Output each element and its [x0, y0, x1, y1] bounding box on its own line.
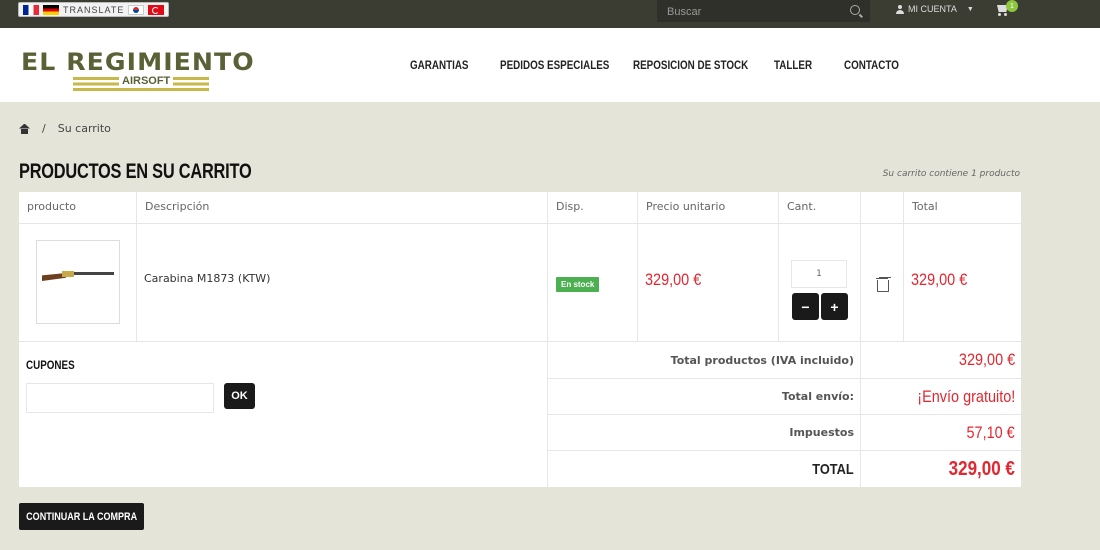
summary-products-value-cell: 329,00 €: [861, 342, 1021, 378]
continue-shopping-button[interactable]: CONTINUAR LA COMPRA: [19, 503, 144, 530]
unit-price-cell: 329,00 €: [638, 224, 779, 342]
quantity-increase-button[interactable]: +: [821, 293, 848, 320]
summary-shipping-row: Total envío: ¡Envío gratuito!: [548, 379, 1021, 415]
logo-subtitle: AIRSOFT: [119, 75, 174, 87]
summary-total-label-cell: TOTAL: [548, 451, 861, 487]
flag-turkey-icon[interactable]: [148, 4, 165, 15]
flag-korea-icon[interactable]: [128, 4, 145, 15]
home-icon[interactable]: [19, 124, 30, 134]
coupon-ok-button[interactable]: OK: [224, 383, 255, 409]
header-product: producto: [19, 192, 137, 224]
search-input[interactable]: [657, 1, 837, 23]
cart-table: producto Descripción Disp. Precio unitar…: [19, 192, 1021, 487]
search-box: [657, 0, 870, 23]
header-total: Total: [904, 192, 1021, 224]
header-delete: [861, 192, 904, 224]
nav-reposicion-de-stock[interactable]: REPOSICION DE STOCK: [633, 58, 748, 72]
summary-shipping-label: Total envío:: [548, 379, 861, 414]
summary-total-value-cell: 329,00 €: [861, 451, 1021, 487]
summary-tax-value: 57,10 €: [966, 422, 1015, 442]
quantity-input[interactable]: [791, 260, 847, 288]
in-stock-badge: En stock: [556, 277, 600, 292]
nav-pedidos-especiales[interactable]: PEDIDOS ESPECIALES: [500, 58, 609, 72]
cart-summary-text: Su carrito contiene 1 producto: [882, 169, 1020, 179]
delete-cell: [861, 224, 904, 342]
logo[interactable]: EL REGIMIENTO AIRSOFT: [21, 42, 261, 92]
summary-products-value: 329,00 €: [958, 350, 1015, 369]
flag-france-icon[interactable]: [23, 4, 39, 15]
coupons-title: CUPONES: [26, 358, 75, 372]
translate-widget[interactable]: TRANSLATE: [18, 2, 170, 17]
description-cell: Carabina M1873 (KTW): [137, 224, 548, 342]
row-total: 329,00 €: [911, 270, 968, 289]
summary-products-row: Total productos (IVA incluido) 329,00 €: [548, 342, 1021, 379]
trash-icon[interactable]: [876, 277, 889, 292]
nav-garantias[interactable]: GARANTIAS: [410, 58, 469, 72]
summary-tax-row: Impuestos 57,10 €: [548, 415, 1021, 451]
account-label: MI CUENTA: [908, 4, 957, 14]
user-icon: [896, 4, 904, 14]
product-name-link[interactable]: Carabina M1873 (KTW): [144, 272, 270, 285]
coupon-input[interactable]: [26, 383, 214, 413]
summary-shipping-value-cell: ¡Envío gratuito!: [861, 379, 1021, 414]
summary-products-label: Total productos (IVA incluido): [548, 342, 861, 378]
quantity-decrease-button[interactable]: −: [792, 293, 819, 320]
header-unit-price: Precio unitario: [638, 192, 779, 224]
rifle-image: [42, 269, 114, 283]
flag-germany-icon[interactable]: [43, 4, 59, 15]
unit-price: 329,00 €: [645, 270, 702, 289]
quantity-cell: − +: [779, 224, 861, 342]
summary-total-row: TOTAL 329,00 €: [548, 451, 1021, 487]
continue-shopping-label: CONTINUAR LA COMPRA: [26, 510, 137, 523]
breadcrumb-current: Su carrito: [57, 122, 111, 135]
summary-total-value: 329,00 €: [948, 457, 1015, 480]
translate-label[interactable]: TRANSLATE: [63, 5, 124, 15]
summary-tax-label: Impuestos: [548, 415, 861, 450]
summary-shipping-value: ¡Envío gratuito!: [917, 386, 1015, 406]
cart-count-badge: 1: [1006, 0, 1018, 12]
summary-total-label: TOTAL: [812, 460, 854, 478]
availability-cell: En stock: [548, 224, 638, 342]
search-icon[interactable]: [850, 5, 860, 15]
summary-tax-value-cell: 57,10 €: [861, 415, 1021, 450]
header-description: Descripción: [137, 192, 548, 224]
breadcrumb: / Su carrito: [19, 122, 111, 135]
nav-contacto[interactable]: CONTACTO: [844, 58, 899, 72]
page-title: PRODUCTOS EN SU CARRITO: [19, 160, 252, 183]
header-availability: Disp.: [548, 192, 638, 224]
top-bar: TRANSLATE MI CUENTA ▼ 1: [0, 0, 1100, 28]
row-total-cell: 329,00 €: [904, 224, 1021, 342]
account-menu[interactable]: MI CUENTA ▼: [896, 4, 974, 14]
coupons-section: CUPONES OK: [19, 342, 548, 487]
product-thumbnail[interactable]: [36, 240, 120, 324]
nav-taller[interactable]: TALLER: [774, 58, 812, 72]
header-quantity: Cant.: [779, 192, 861, 224]
logo-text: EL REGIMIENTO: [21, 48, 255, 76]
breadcrumb-separator: /: [42, 122, 46, 135]
caret-down-icon: ▼: [966, 5, 974, 13]
product-cell: [19, 224, 137, 342]
